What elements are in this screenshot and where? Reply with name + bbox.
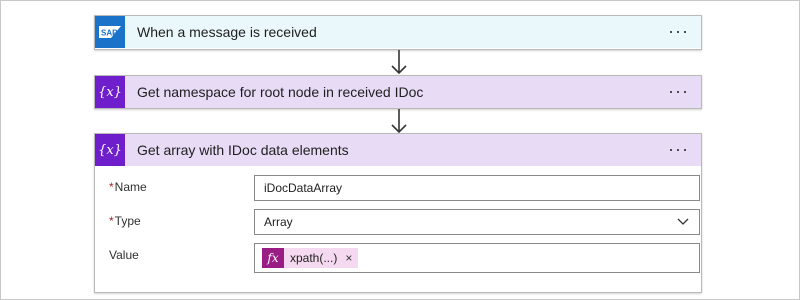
svg-text:SAP: SAP [101,29,118,38]
namespace-action-card[interactable]: {x} Get namespace for root node in recei… [94,75,702,109]
value-row: Value fx xpath(...) × [109,242,700,276]
name-input-value: iDocDataArray [264,181,343,195]
expression-token-label: xpath(...) [290,251,338,265]
namespace-title: Get namespace for root node in received … [137,84,424,100]
arrow-down-icon [391,50,407,75]
array-card-header[interactable]: {x} Get array with IDoc data elements ··… [95,134,701,166]
arrow-down-icon [391,109,407,134]
namespace-card-header[interactable]: {x} Get namespace for root node in recei… [95,76,701,108]
sap-icon: SAP [95,16,125,48]
name-input[interactable]: iDocDataArray [254,175,700,201]
namespace-more-options-button[interactable]: ··· [664,80,693,102]
trigger-card[interactable]: SAP When a message is received ··· [94,15,702,50]
array-more-options-button[interactable]: ··· [664,138,693,160]
array-action-card[interactable]: {x} Get array with IDoc data elements ··… [94,133,702,293]
type-label: *Type [109,214,141,228]
type-row: *Type Array [109,208,700,242]
value-label: Value [109,248,139,262]
value-input[interactable]: fx xpath(...) × [254,243,700,273]
array-title: Get array with IDoc data elements [137,142,349,158]
remove-token-icon[interactable]: × [345,251,352,265]
function-icon: fx [262,248,284,268]
type-dropdown[interactable]: Array [254,209,700,235]
required-marker: * [109,214,114,228]
parameters-panel: *Name iDocDataArray *Type Array Value fx… [95,166,701,286]
trigger-card-header[interactable]: SAP When a message is received ··· [95,16,701,48]
type-selected-value: Array [264,215,293,229]
name-row: *Name iDocDataArray [109,174,700,208]
expression-token[interactable]: fx xpath(...) × [262,248,359,268]
chevron-down-icon [677,218,689,225]
required-marker: * [109,180,114,194]
variable-icon: {x} [95,134,125,166]
trigger-title: When a message is received [137,24,317,40]
name-label: *Name [109,180,147,194]
trigger-more-options-button[interactable]: ··· [664,20,693,42]
variable-icon: {x} [95,76,125,108]
